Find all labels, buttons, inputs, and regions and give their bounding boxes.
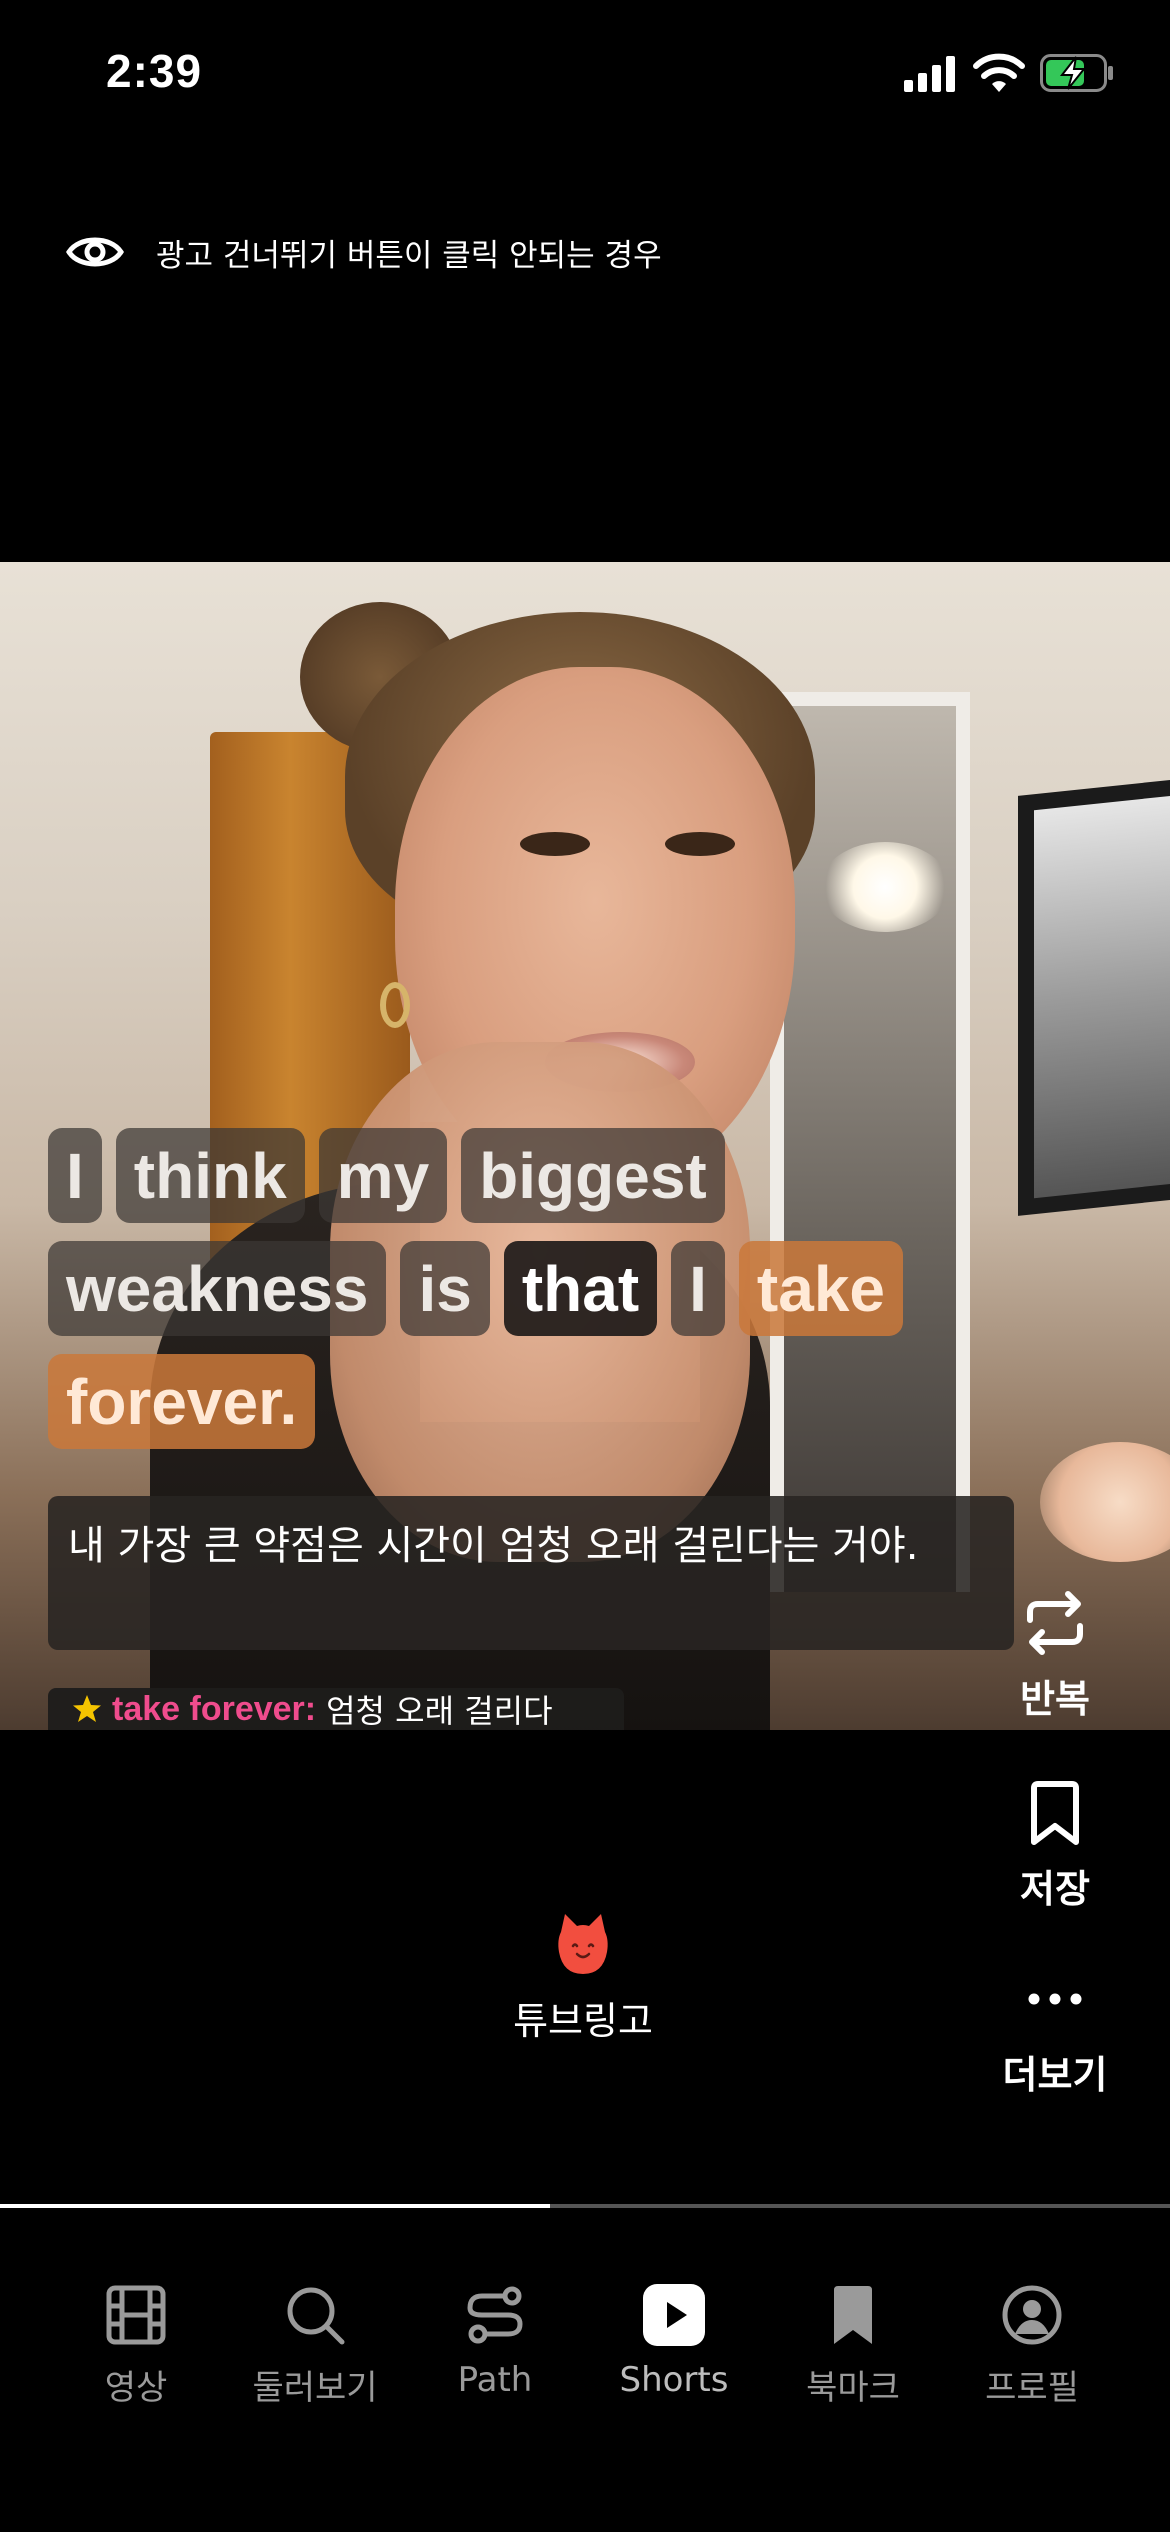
video-person-earring (380, 982, 410, 1028)
ad-hint-text: 광고 건너뛰기 버튼이 클릭 안되는 경우 (156, 237, 662, 274)
video-scene-light (820, 842, 950, 932)
more-button[interactable]: 더보기 (990, 1966, 1120, 2099)
repeat-button[interactable]: 반복 (990, 1590, 1120, 1723)
tab-label: 둘러보기 (252, 2368, 378, 2408)
brand-name: 튜브링고 (513, 1999, 653, 2043)
subtitle-line: forever. (48, 1354, 1008, 1449)
eye-icon (66, 237, 124, 267)
vocab-term: take forever: (112, 1689, 317, 1728)
bookmark-icon (834, 2286, 872, 2344)
path-icon (467, 2286, 523, 2344)
tab-explore[interactable]: 둘러보기 (225, 2284, 405, 2409)
mascot-icon (558, 1914, 608, 1974)
subtitle-word-current[interactable]: that (503, 1241, 658, 1336)
tab-path[interactable]: Path (405, 2284, 585, 2400)
subtitle-word[interactable]: biggest (461, 1128, 725, 1223)
tab-label: Shorts (619, 2360, 729, 2400)
save-button[interactable]: 저장 (990, 1780, 1120, 1913)
tab-label: 북마크 (806, 2368, 900, 2408)
subtitle-word[interactable]: I (671, 1241, 725, 1336)
profile-icon (1002, 2285, 1062, 2345)
tab-label: Path (457, 2360, 533, 2400)
subtitle-word[interactable]: weakness (48, 1241, 387, 1336)
subtitle-korean: 내 가장 큰 약점은 시간이 엄청 오래 걸린다는 거야. (48, 1496, 1014, 1650)
tab-label: 프로필 (985, 2368, 1079, 2408)
search-icon (287, 2287, 345, 2345)
repeat-label: 반복 (1020, 1677, 1090, 1721)
subtitle-word[interactable]: my (318, 1128, 448, 1223)
play-icon (643, 2284, 705, 2346)
bookmark-outline-icon (1031, 1781, 1079, 1845)
cellular-signal-icon (904, 56, 955, 92)
tab-videos[interactable]: 영상 (46, 2284, 226, 2409)
video-progress-fill (0, 2204, 550, 2208)
video-person-eye (520, 832, 590, 856)
video-progress-bar[interactable] (0, 2204, 1170, 2208)
more-dots-icon (1028, 1993, 1082, 2005)
bottom-tab-bar: 영상 둘러보기 Path Shorts 북마크 프로필 (0, 2212, 1170, 2532)
subtitle-line: I think my biggest (48, 1128, 1008, 1223)
tab-profile[interactable]: 프로필 (942, 2284, 1122, 2409)
battery-charging-icon (1040, 54, 1113, 92)
vocab-definition: 엄청 오래 걸리다 (326, 1692, 553, 1730)
tab-label: 영상 (104, 2368, 168, 2408)
subtitle-word[interactable]: I (48, 1128, 102, 1223)
tab-bookmarks[interactable]: 북마크 (763, 2284, 943, 2409)
vocab-card[interactable]: take forever: 엄청 오래 걸리다 (48, 1688, 624, 1730)
ad-skip-help-link[interactable]: 광고 건너뛰기 버튼이 클릭 안되는 경우 (66, 226, 662, 278)
star-icon (73, 1695, 101, 1722)
subtitle-word[interactable]: is (400, 1241, 490, 1336)
wifi-icon (973, 53, 1025, 92)
brand-tubelingo: 튜브링고 (483, 1912, 683, 2045)
save-label: 저장 (1020, 1867, 1090, 1911)
video-person-eye (665, 832, 735, 856)
more-label: 더보기 (1002, 2053, 1108, 2097)
tab-shorts[interactable]: Shorts (584, 2284, 764, 2400)
shorts-screen: { "status_bar": { "time": "2:39" }, "ad_… (0, 0, 1170, 2532)
subtitle-word-highlighted[interactable]: forever. (48, 1354, 316, 1449)
film-icon (106, 2285, 166, 2345)
subtitle-line: weakness is that I take (48, 1241, 1008, 1336)
video-scene-picture-frame (1018, 778, 1170, 1216)
subtitle-word[interactable]: think (115, 1128, 305, 1223)
repeat-icon (1027, 1591, 1083, 1655)
video-scene-flowers (1040, 1442, 1170, 1562)
status-time: 2:39 (106, 45, 203, 97)
subtitle-word-highlighted[interactable]: take (738, 1241, 903, 1336)
status-bar: 2:39 (0, 0, 1170, 150)
subtitle-english: I think my biggest weakness is that I ta… (48, 1128, 1008, 1467)
